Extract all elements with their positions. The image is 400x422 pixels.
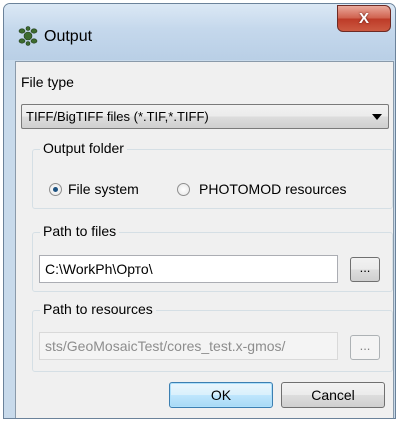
path-to-resources-input: sts/GeoMosaicTest/cores_test.x-gmos/	[39, 332, 338, 360]
path-to-files-input[interactable]: C:\WorkPh\Орто\	[39, 255, 338, 283]
output-dialog: Output X File type TIFF/BigTIFF files (*…	[3, 3, 396, 419]
window-title: Output	[44, 28, 93, 45]
file-type-label: File type	[21, 74, 74, 90]
output-folder-title: Output folder	[40, 140, 127, 156]
file-type-select[interactable]: TIFF/BigTIFF files (*.TIF,*.TIFF)	[21, 104, 389, 129]
output-folder-group: Output folder	[32, 140, 393, 209]
ok-button[interactable]: OK	[169, 382, 273, 408]
app-icon	[18, 26, 38, 46]
photomod-resources-label[interactable]: PHOTOMOD resources	[199, 181, 347, 197]
chevron-down-icon	[372, 114, 382, 120]
cancel-button[interactable]: Cancel	[281, 382, 385, 408]
photomod-resources-radio[interactable]	[177, 183, 190, 196]
path-to-files-title: Path to files	[40, 223, 120, 239]
browse-resources-button: ...	[350, 335, 380, 360]
close-button[interactable]: X	[337, 5, 391, 32]
path-to-resources-title: Path to resources	[40, 301, 156, 317]
file-system-radio[interactable]	[49, 183, 62, 196]
file-system-label[interactable]: File system	[68, 181, 139, 197]
file-type-value: TIFF/BigTIFF files (*.TIF,*.TIFF)	[26, 109, 209, 124]
browse-files-button[interactable]: ...	[350, 257, 380, 282]
dialog-body: File type TIFF/BigTIFF files (*.TIF,*.TI…	[15, 61, 394, 418]
close-icon: X	[358, 10, 369, 27]
